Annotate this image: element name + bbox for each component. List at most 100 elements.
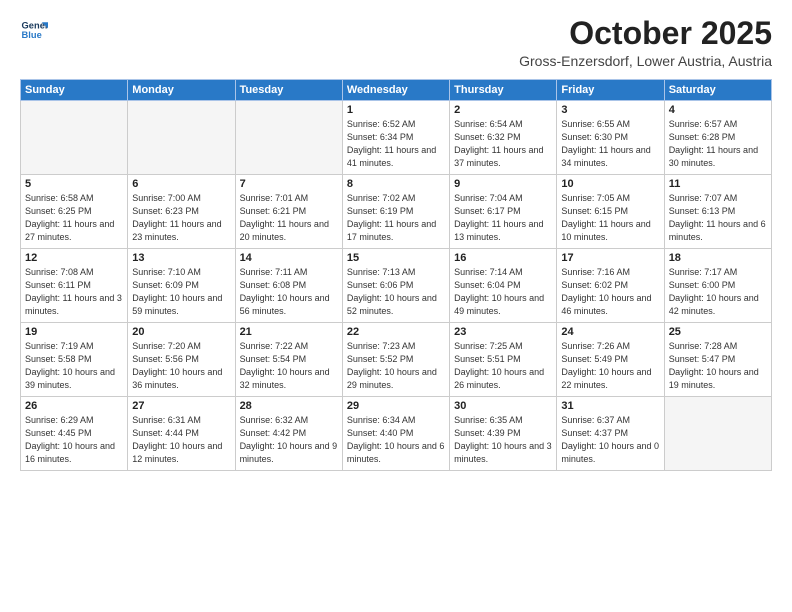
day-number: 1	[347, 104, 445, 116]
calendar-cell: 21 Sunrise: 7:22 AM Sunset: 5:54 PM Dayli…	[235, 323, 342, 397]
day-info: Sunrise: 7:11 AM Sunset: 6:08 PM Dayligh…	[240, 266, 338, 318]
day-number: 23	[454, 326, 552, 338]
day-info: Sunrise: 6:57 AM Sunset: 6:28 PM Dayligh…	[669, 118, 767, 170]
day-info: Sunrise: 6:58 AM Sunset: 6:25 PM Dayligh…	[25, 192, 123, 244]
day-info: Sunrise: 7:00 AM Sunset: 6:23 PM Dayligh…	[132, 192, 230, 244]
day-number: 19	[25, 326, 123, 338]
calendar-cell: 31 Sunrise: 6:37 AM Sunset: 4:37 PM Dayli…	[557, 397, 664, 471]
calendar-cell: 26 Sunrise: 6:29 AM Sunset: 4:45 PM Dayli…	[21, 397, 128, 471]
col-monday: Monday	[128, 80, 235, 101]
calendar-cell: 1 Sunrise: 6:52 AM Sunset: 6:34 PM Daylig…	[342, 101, 449, 175]
day-info: Sunrise: 6:32 AM Sunset: 4:42 PM Dayligh…	[240, 414, 338, 466]
day-info: Sunrise: 7:23 AM Sunset: 5:52 PM Dayligh…	[347, 340, 445, 392]
location-title: Gross-Enzersdorf, Lower Austria, Austria	[519, 53, 772, 69]
day-number: 11	[669, 178, 767, 190]
header: General Blue October 2025 Gross-Enzersdo…	[20, 16, 772, 69]
day-number: 5	[25, 178, 123, 190]
calendar-cell: 25Sunrise: 7:28 AM Sunset: 5:47 PM Dayli…	[664, 323, 771, 397]
day-info: Sunrise: 7:25 AM Sunset: 5:51 PM Dayligh…	[454, 340, 552, 392]
day-number: 20	[132, 326, 230, 338]
day-info: Sunrise: 6:52 AM Sunset: 6:34 PM Dayligh…	[347, 118, 445, 170]
day-info: Sunrise: 7:13 AM Sunset: 6:06 PM Dayligh…	[347, 266, 445, 318]
calendar-cell	[235, 101, 342, 175]
day-number: 4	[669, 104, 767, 116]
day-number: 26	[25, 400, 123, 412]
day-info: Sunrise: 7:05 AM Sunset: 6:15 PM Dayligh…	[561, 192, 659, 244]
day-number: 8	[347, 178, 445, 190]
calendar-cell: 2 Sunrise: 6:54 AM Sunset: 6:32 PM Daylig…	[450, 101, 557, 175]
calendar-cell: 5 Sunrise: 6:58 AM Sunset: 6:25 PM Daylig…	[21, 175, 128, 249]
calendar-cell: 29 Sunrise: 6:34 AM Sunset: 4:40 PM Dayli…	[342, 397, 449, 471]
day-number: 25	[669, 326, 767, 338]
day-number: 18	[669, 252, 767, 264]
day-info: Sunrise: 6:34 AM Sunset: 4:40 PM Dayligh…	[347, 414, 445, 466]
calendar-cell: 28Sunrise: 6:32 AM Sunset: 4:42 PM Dayli…	[235, 397, 342, 471]
week-row-1: 1 Sunrise: 6:52 AM Sunset: 6:34 PM Daylig…	[21, 101, 772, 175]
calendar-cell: 3 Sunrise: 6:55 AM Sunset: 6:30 PM Daylig…	[557, 101, 664, 175]
col-wednesday: Wednesday	[342, 80, 449, 101]
day-info: Sunrise: 6:31 AM Sunset: 4:44 PM Dayligh…	[132, 414, 230, 466]
col-thursday: Thursday	[450, 80, 557, 101]
logo-icon: General Blue	[20, 16, 48, 44]
day-info: Sunrise: 7:19 AM Sunset: 5:58 PM Dayligh…	[25, 340, 123, 392]
calendar-cell: 13 Sunrise: 7:10 AM Sunset: 6:09 PM Dayli…	[128, 249, 235, 323]
calendar-cell	[664, 397, 771, 471]
calendar-cell: 15Sunrise: 7:13 AM Sunset: 6:06 PM Dayli…	[342, 249, 449, 323]
calendar-cell	[128, 101, 235, 175]
col-friday: Friday	[557, 80, 664, 101]
calendar-cell	[21, 101, 128, 175]
day-info: Sunrise: 7:14 AM Sunset: 6:04 PM Dayligh…	[454, 266, 552, 318]
calendar-cell: 10Sunrise: 7:05 AM Sunset: 6:15 PM Dayli…	[557, 175, 664, 249]
day-number: 12	[25, 252, 123, 264]
day-info: Sunrise: 6:37 AM Sunset: 4:37 PM Dayligh…	[561, 414, 659, 466]
week-row-2: 5 Sunrise: 6:58 AM Sunset: 6:25 PM Daylig…	[21, 175, 772, 249]
day-info: Sunrise: 7:20 AM Sunset: 5:56 PM Dayligh…	[132, 340, 230, 392]
calendar-cell: 23 Sunrise: 7:25 AM Sunset: 5:51 PM Dayli…	[450, 323, 557, 397]
day-number: 22	[347, 326, 445, 338]
calendar-cell: 24Sunrise: 7:26 AM Sunset: 5:49 PM Dayli…	[557, 323, 664, 397]
calendar-cell: 27 Sunrise: 6:31 AM Sunset: 4:44 PM Dayli…	[128, 397, 235, 471]
day-number: 9	[454, 178, 552, 190]
title-block: October 2025 Gross-Enzersdorf, Lower Aus…	[519, 16, 772, 69]
svg-text:General: General	[22, 20, 48, 30]
day-number: 29	[347, 400, 445, 412]
page: General Blue October 2025 Gross-Enzersdo…	[0, 0, 792, 612]
day-number: 2	[454, 104, 552, 116]
day-info: Sunrise: 7:02 AM Sunset: 6:19 PM Dayligh…	[347, 192, 445, 244]
day-info: Sunrise: 7:04 AM Sunset: 6:17 PM Dayligh…	[454, 192, 552, 244]
day-info: Sunrise: 7:22 AM Sunset: 5:54 PM Dayligh…	[240, 340, 338, 392]
day-info: Sunrise: 7:10 AM Sunset: 6:09 PM Dayligh…	[132, 266, 230, 318]
calendar-cell: 11Sunrise: 7:07 AM Sunset: 6:13 PM Dayli…	[664, 175, 771, 249]
calendar-cell: 12 Sunrise: 7:08 AM Sunset: 6:11 PM Dayli…	[21, 249, 128, 323]
calendar-cell: 14 Sunrise: 7:11 AM Sunset: 6:08 PM Dayli…	[235, 249, 342, 323]
week-row-3: 12 Sunrise: 7:08 AM Sunset: 6:11 PM Dayli…	[21, 249, 772, 323]
day-number: 30	[454, 400, 552, 412]
day-info: Sunrise: 6:29 AM Sunset: 4:45 PM Dayligh…	[25, 414, 123, 466]
calendar-cell: 19 Sunrise: 7:19 AM Sunset: 5:58 PM Dayli…	[21, 323, 128, 397]
day-info: Sunrise: 6:35 AM Sunset: 4:39 PM Dayligh…	[454, 414, 552, 466]
week-row-5: 26 Sunrise: 6:29 AM Sunset: 4:45 PM Dayli…	[21, 397, 772, 471]
calendar-cell: 22 Sunrise: 7:23 AM Sunset: 5:52 PM Dayli…	[342, 323, 449, 397]
col-tuesday: Tuesday	[235, 80, 342, 101]
day-number: 3	[561, 104, 659, 116]
day-number: 13	[132, 252, 230, 264]
day-number: 21	[240, 326, 338, 338]
day-info: Sunrise: 7:01 AM Sunset: 6:21 PM Dayligh…	[240, 192, 338, 244]
calendar-cell: 18Sunrise: 7:17 AM Sunset: 6:00 PM Dayli…	[664, 249, 771, 323]
day-info: Sunrise: 7:16 AM Sunset: 6:02 PM Dayligh…	[561, 266, 659, 318]
day-number: 14	[240, 252, 338, 264]
calendar-cell: 30 Sunrise: 6:35 AM Sunset: 4:39 PM Dayli…	[450, 397, 557, 471]
day-number: 27	[132, 400, 230, 412]
calendar-cell: 20 Sunrise: 7:20 AM Sunset: 5:56 PM Dayli…	[128, 323, 235, 397]
calendar-header-row: Sunday Monday Tuesday Wednesday Thursday…	[21, 80, 772, 101]
month-title: October 2025	[519, 16, 772, 51]
day-number: 24	[561, 326, 659, 338]
day-info: Sunrise: 6:54 AM Sunset: 6:32 PM Dayligh…	[454, 118, 552, 170]
week-row-4: 19 Sunrise: 7:19 AM Sunset: 5:58 PM Dayli…	[21, 323, 772, 397]
day-info: Sunrise: 7:08 AM Sunset: 6:11 PM Dayligh…	[25, 266, 123, 318]
calendar-cell: 6Sunrise: 7:00 AM Sunset: 6:23 PM Daylig…	[128, 175, 235, 249]
calendar-cell: 16Sunrise: 7:14 AM Sunset: 6:04 PM Dayli…	[450, 249, 557, 323]
col-sunday: Sunday	[21, 80, 128, 101]
day-info: Sunrise: 6:55 AM Sunset: 6:30 PM Dayligh…	[561, 118, 659, 170]
day-number: 31	[561, 400, 659, 412]
